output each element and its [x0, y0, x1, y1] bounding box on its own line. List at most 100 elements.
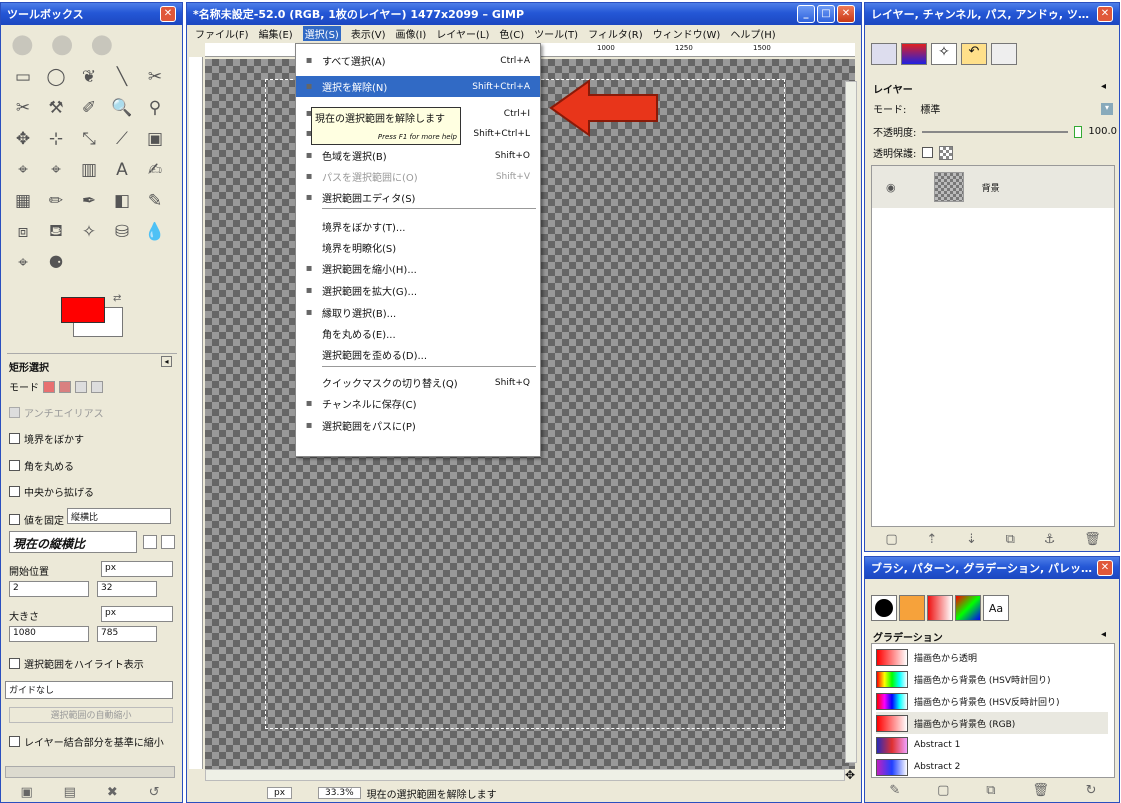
smudge-icon[interactable]: ⌖	[9, 249, 37, 277]
text-icon[interactable]: A	[108, 156, 136, 184]
new-gradient-icon[interactable]: ▢	[937, 783, 949, 798]
gradient-item[interactable]: 描画色から背景色 (RGB)	[876, 712, 1108, 734]
new-layer-icon[interactable]: ▢	[885, 532, 897, 547]
flip-icon[interactable]: ▥	[75, 156, 103, 184]
restore-icon[interactable]: ▤	[64, 785, 76, 800]
gradient-item[interactable]: 描画色から透明	[876, 646, 1108, 668]
size-w-field[interactable]: 1080	[9, 626, 89, 642]
eraser-icon[interactable]: ◧	[108, 187, 136, 215]
mode-add-icon[interactable]	[59, 380, 71, 393]
select-menu-item-8[interactable]: 境界を明瞭化(S)	[296, 237, 540, 258]
channels-tab-icon[interactable]	[901, 43, 927, 65]
foreground-color-swatch[interactable]	[61, 297, 105, 323]
color-picker-icon[interactable]: ✐	[75, 94, 103, 122]
airbrush-icon[interactable]: ✎	[141, 187, 169, 215]
anchor-icon[interactable]: ⚓	[1044, 532, 1056, 547]
antialias-row[interactable]: アンチエイリアス	[9, 405, 104, 420]
opacity-value[interactable]: 100.0	[1088, 126, 1117, 137]
move-icon[interactable]: ✥	[9, 125, 37, 153]
layer-row[interactable]: ◉ 背景	[872, 166, 1114, 208]
menu-3[interactable]: 表示(V)	[351, 26, 386, 41]
crop-icon[interactable]: ⤡	[75, 125, 103, 153]
select-menu-item-11[interactable]: ▪ 縁取り選択(B)...	[296, 302, 540, 323]
size-h-field[interactable]: 785	[97, 626, 157, 642]
highlight-row[interactable]: 選択範囲をハイライト表示	[9, 656, 144, 671]
reset-icon[interactable]: ↺	[149, 785, 160, 800]
delete-icon[interactable]: ✖	[107, 785, 118, 800]
edit-gradient-icon[interactable]: ✎	[889, 783, 900, 798]
select-menu-item-13[interactable]: 選択範囲を歪める(D)...	[296, 344, 540, 365]
layers-tab-icon[interactable]	[871, 43, 897, 65]
select-menu-item-9[interactable]: ▪ 選択範囲を縮小(H)...	[296, 258, 540, 279]
perspective-icon[interactable]: ⌖	[42, 156, 70, 184]
blend-icon[interactable]: ▦	[9, 187, 37, 215]
toolbox-titlebar[interactable]: ツールボックス ✕	[1, 3, 182, 25]
auto-shrink-button[interactable]: 選択範囲の自動縮小	[9, 707, 173, 723]
gradients-tab-icon[interactable]	[927, 595, 953, 621]
bucket-fill-icon[interactable]: ✍	[141, 156, 169, 184]
heal-icon[interactable]: ✧	[75, 218, 103, 246]
layers-titlebar[interactable]: レイヤー, チャンネル, パス, アンドゥ, ツールア... ✕	[865, 3, 1119, 25]
close-icon[interactable]: ✕	[1097, 560, 1113, 576]
rounded-checkbox[interactable]	[9, 460, 20, 471]
brushes-tab-icon[interactable]	[871, 595, 897, 621]
portrait-icon[interactable]	[143, 535, 157, 549]
menu-10[interactable]: ヘルプ(H)	[730, 26, 775, 41]
tool-options-tab-icon[interactable]	[991, 43, 1017, 65]
gradients-titlebar[interactable]: ブラシ, パターン, グラデーション, パレット, フ... ✕	[865, 557, 1119, 579]
save-icon[interactable]: ▣	[20, 785, 32, 800]
ink-icon[interactable]: ⧈	[9, 218, 37, 246]
measure-icon[interactable]: ⚲	[141, 94, 169, 122]
shrink-merged-row[interactable]: レイヤー結合部分を基準に縮小	[9, 734, 164, 749]
menu-8[interactable]: フィルタ(R)	[588, 26, 643, 41]
feather-checkbox[interactable]	[9, 433, 20, 444]
menu-0[interactable]: ファイル(F)	[195, 26, 249, 41]
swap-colors-icon[interactable]: ⇄	[113, 293, 121, 304]
collapse-icon[interactable]: ◂	[1101, 81, 1106, 92]
paintbrush-icon[interactable]: ✒	[75, 187, 103, 215]
lock-alpha-checkbox[interactable]	[922, 147, 934, 158]
position-x-field[interactable]: 2	[9, 581, 89, 597]
perspective-clone-icon[interactable]: ⛁	[108, 218, 136, 246]
fixed-checkbox[interactable]	[9, 514, 20, 525]
unit-select[interactable]: px	[267, 787, 293, 799]
trash-icon[interactable]: 🗑	[1084, 532, 1101, 547]
menu-7[interactable]: ツール(T)	[534, 26, 578, 41]
image-titlebar[interactable]: *名称未設定-52.0 (RGB, 1枚のレイヤー) 1477x2099 – G…	[187, 3, 861, 25]
minimize-icon[interactable]: _	[797, 5, 815, 23]
mode-subtract-icon[interactable]	[75, 380, 87, 393]
menu-5[interactable]: レイヤー(L)	[436, 26, 489, 41]
close-icon[interactable]: ✕	[160, 6, 176, 22]
position-y-field[interactable]: 32	[97, 581, 157, 597]
landscape-icon[interactable]	[161, 535, 175, 549]
pencil-icon[interactable]: ✏	[42, 187, 70, 215]
maximize-icon[interactable]: □	[817, 5, 835, 23]
from-center-row[interactable]: 中央から拡げる	[9, 484, 94, 499]
select-menu-item-0[interactable]: ▪ すべて選択(A) Ctrl+A	[296, 50, 540, 71]
mode-select[interactable]: 標準	[920, 101, 1087, 116]
zoom-icon[interactable]: 🔍	[108, 94, 136, 122]
refresh-icon[interactable]: ↻	[1086, 783, 1097, 798]
select-menu-item-14[interactable]: クイックマスクの切り替え(Q) Shift+Q	[296, 372, 540, 393]
duplicate-icon[interactable]: ⧉	[1006, 532, 1015, 547]
shear-icon[interactable]: ⌖	[9, 156, 37, 184]
select-menu-item-10[interactable]: ▪ 選択範囲を拡大(G)...	[296, 280, 540, 301]
gradient-item[interactable]: 描画色から背景色 (HSV反時計回り)	[876, 690, 1108, 712]
select-menu-item-5[interactable]: ▪ パスを選択範囲に(O) Shift+V	[296, 166, 540, 187]
size-unit-select[interactable]: px	[101, 606, 173, 622]
lower-icon[interactable]: ⇣	[966, 532, 977, 547]
duplicate-icon[interactable]: ⧉	[986, 783, 995, 798]
ratio-field[interactable]: 現在の縦横比	[9, 531, 137, 553]
opacity-handle[interactable]	[1074, 125, 1083, 138]
gradient-item[interactable]: 描画色から背景色 (HSV時計回り)	[876, 668, 1108, 690]
paths-icon[interactable]: ⚒	[42, 94, 70, 122]
toolbox-scrollbar[interactable]	[5, 766, 175, 778]
undo-tab-icon[interactable]: ↶	[961, 43, 987, 65]
guides-select[interactable]: ガイドなし	[5, 681, 173, 699]
select-menu-item-16[interactable]: ▪ 選択範囲をパスに(P)	[296, 415, 540, 436]
select-menu-item-6[interactable]: ▪ 選択範囲エディタ(S)	[296, 187, 540, 208]
menu-1[interactable]: 編集(E)	[259, 26, 293, 41]
gradient-item[interactable]: Abstract 2	[876, 756, 1108, 777]
opacity-slider[interactable]	[922, 130, 1069, 133]
shrink-merged-checkbox[interactable]	[9, 736, 20, 747]
